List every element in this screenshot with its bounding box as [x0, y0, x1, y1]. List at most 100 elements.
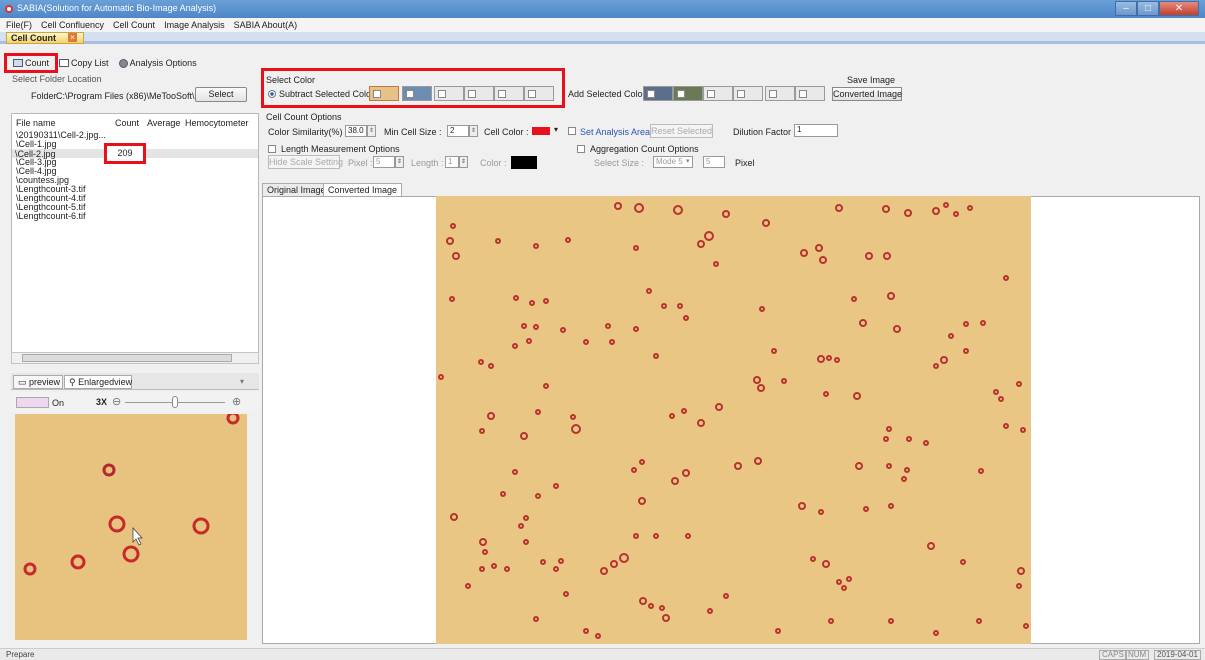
- swatch-checkbox[interactable]: [677, 90, 685, 98]
- close-button[interactable]: ✕: [1159, 1, 1199, 16]
- select-color-label: Select Color: [266, 75, 316, 85]
- subtract-swatch-3[interactable]: [434, 86, 464, 101]
- swatch-checkbox[interactable]: [373, 90, 381, 98]
- swatch-checkbox[interactable]: [406, 90, 414, 98]
- tab-converted-image[interactable]: Converted Image: [323, 183, 403, 197]
- toolbar: Count Copy List Analysis Options: [0, 56, 1205, 70]
- column-header-file-name[interactable]: File name: [16, 118, 56, 128]
- set-analysis-area-checkbox[interactable]: [568, 127, 576, 135]
- add-color-label[interactable]: Add Selected Color: [568, 89, 646, 99]
- count-button[interactable]: Count: [13, 58, 49, 68]
- add-swatch-1[interactable]: [643, 86, 673, 101]
- list-item[interactable]: \Lengthcount-6.tif: [16, 212, 86, 221]
- dilution-factor-label: Dilution Factor :: [733, 127, 797, 137]
- column-header-average[interactable]: Average: [147, 118, 180, 128]
- window-controls: – □ ✕: [1115, 1, 1199, 16]
- reset-selected-button[interactable]: Reset Selected: [650, 124, 713, 138]
- scrollbar-thumb[interactable]: [22, 354, 232, 362]
- column-header-hemocytometer[interactable]: Hemocytometer: [185, 118, 249, 128]
- tab-close-icon[interactable]: ×: [68, 33, 77, 42]
- cell-color-label: Cell Color :: [484, 127, 529, 137]
- swatch-checkbox[interactable]: [769, 90, 777, 98]
- length-stepper[interactable]: ⇕: [459, 156, 468, 168]
- swatch-checkbox[interactable]: [737, 90, 745, 98]
- similarity-stepper[interactable]: ⇕: [367, 125, 376, 137]
- length-color-swatch[interactable]: [511, 156, 537, 169]
- menu-cell-count[interactable]: Cell Count: [113, 20, 155, 30]
- min-cell-size-input[interactable]: 2: [447, 125, 469, 137]
- tab-original-image[interactable]: Original Image: [262, 183, 331, 197]
- pixel-input[interactable]: 5: [373, 156, 395, 168]
- menu-about[interactable]: SABIA About(A): [234, 20, 298, 30]
- subtract-color-label[interactable]: Subtract Selected Color: [279, 89, 374, 99]
- zoom-in-icon[interactable]: ⊕: [232, 395, 241, 408]
- add-swatch-5[interactable]: [765, 86, 795, 101]
- pixel-stepper[interactable]: ⇕: [395, 156, 404, 168]
- swatch-checkbox[interactable]: [707, 90, 715, 98]
- add-swatch-3[interactable]: [703, 86, 733, 101]
- folder-path-field[interactable]: C:\Program Files (x86)\MeTooSoft\: [56, 91, 195, 101]
- pixel-label: Pixel :: [348, 158, 373, 168]
- copy-list-button[interactable]: Copy List: [59, 58, 109, 68]
- similarity-label: Color Similarity(%) :: [268, 127, 348, 137]
- aggregation-checkbox[interactable]: [577, 145, 585, 153]
- save-image-label: Save Image: [847, 75, 896, 85]
- min-cell-size-label: Min Cell Size :: [384, 127, 442, 137]
- file-name: \Lengthcount-6.tif: [16, 211, 86, 221]
- min-cell-size-stepper[interactable]: ⇕: [469, 125, 478, 137]
- save-converted-image-button[interactable]: Converted Image: [832, 87, 902, 101]
- swatch-checkbox[interactable]: [438, 90, 446, 98]
- add-swatch-2[interactable]: [673, 86, 703, 101]
- menu-file[interactable]: File(F): [6, 20, 32, 30]
- swatch-checkbox[interactable]: [468, 90, 476, 98]
- subtract-swatch-5[interactable]: [494, 86, 524, 101]
- num-indicator: NUM: [1125, 650, 1150, 660]
- minimize-button[interactable]: –: [1115, 1, 1137, 16]
- subtract-swatch-2[interactable]: [402, 86, 432, 101]
- subtract-swatch-4[interactable]: [464, 86, 494, 101]
- copy-list-label: Copy List: [71, 58, 109, 68]
- subtract-color-radio[interactable]: [268, 90, 276, 98]
- swatch-checkbox[interactable]: [528, 90, 536, 98]
- aggregation-size-input[interactable]: 5: [703, 156, 725, 168]
- similarity-input[interactable]: 38.0: [345, 125, 367, 137]
- select-folder-button[interactable]: Select: [195, 87, 247, 102]
- zoom-out-icon[interactable]: ⊖: [112, 395, 121, 408]
- analysis-options-button[interactable]: Analysis Options: [118, 58, 197, 68]
- tab-preview[interactable]: ▭ preview: [13, 375, 63, 389]
- set-analysis-area-label[interactable]: Set Analysis Area: [580, 127, 650, 137]
- cell-count-options-label: Cell Count Options: [266, 112, 342, 122]
- menu-image-analysis[interactable]: Image Analysis: [164, 20, 225, 30]
- cell-color-swatch[interactable]: [532, 127, 550, 135]
- tab-enlarged-view[interactable]: ⚲ Enlargedview: [64, 375, 132, 389]
- hide-scale-setting-button[interactable]: Hide Scale Setting: [268, 155, 343, 169]
- dilution-factor-input[interactable]: 1: [794, 124, 838, 137]
- app-icon: [5, 5, 13, 13]
- swatch-checkbox[interactable]: [799, 90, 807, 98]
- add-swatch-6[interactable]: [795, 86, 825, 101]
- zoom-slider-thumb[interactable]: [172, 396, 178, 408]
- subtract-swatch-1[interactable]: [369, 86, 399, 101]
- cell-color-dropdown-icon[interactable]: ▾: [554, 125, 558, 134]
- enlarge-toggle[interactable]: [16, 397, 49, 408]
- status-date: 2019-04-01: [1154, 650, 1201, 660]
- count-value-cell: 209: [104, 143, 146, 164]
- gear-icon: [118, 58, 128, 68]
- folder-section-label: Select Folder Location: [12, 74, 102, 84]
- aggregation-pixel-unit: Pixel: [735, 158, 755, 168]
- folder-label: Folder: [31, 91, 57, 101]
- menu-cell-confluency[interactable]: Cell Confluency: [41, 20, 104, 30]
- swatch-checkbox[interactable]: [647, 90, 655, 98]
- magnifier-icon: ⚲: [69, 377, 79, 387]
- subtract-swatch-6[interactable]: [524, 86, 554, 101]
- enlarged-preview-image: [15, 414, 247, 640]
- column-header-count[interactable]: Count: [115, 118, 139, 128]
- panel-menu-arrow-icon[interactable]: ▾: [240, 377, 244, 386]
- mode-dropdown-icon[interactable]: ▾: [686, 157, 690, 165]
- swatch-checkbox[interactable]: [498, 90, 506, 98]
- length-measurement-checkbox[interactable]: [268, 145, 276, 153]
- length-input[interactable]: 1: [445, 156, 459, 168]
- add-swatch-4[interactable]: [733, 86, 763, 101]
- selected-file-name[interactable]: \Cell-2.jpg: [15, 149, 56, 159]
- maximize-button[interactable]: □: [1137, 1, 1159, 16]
